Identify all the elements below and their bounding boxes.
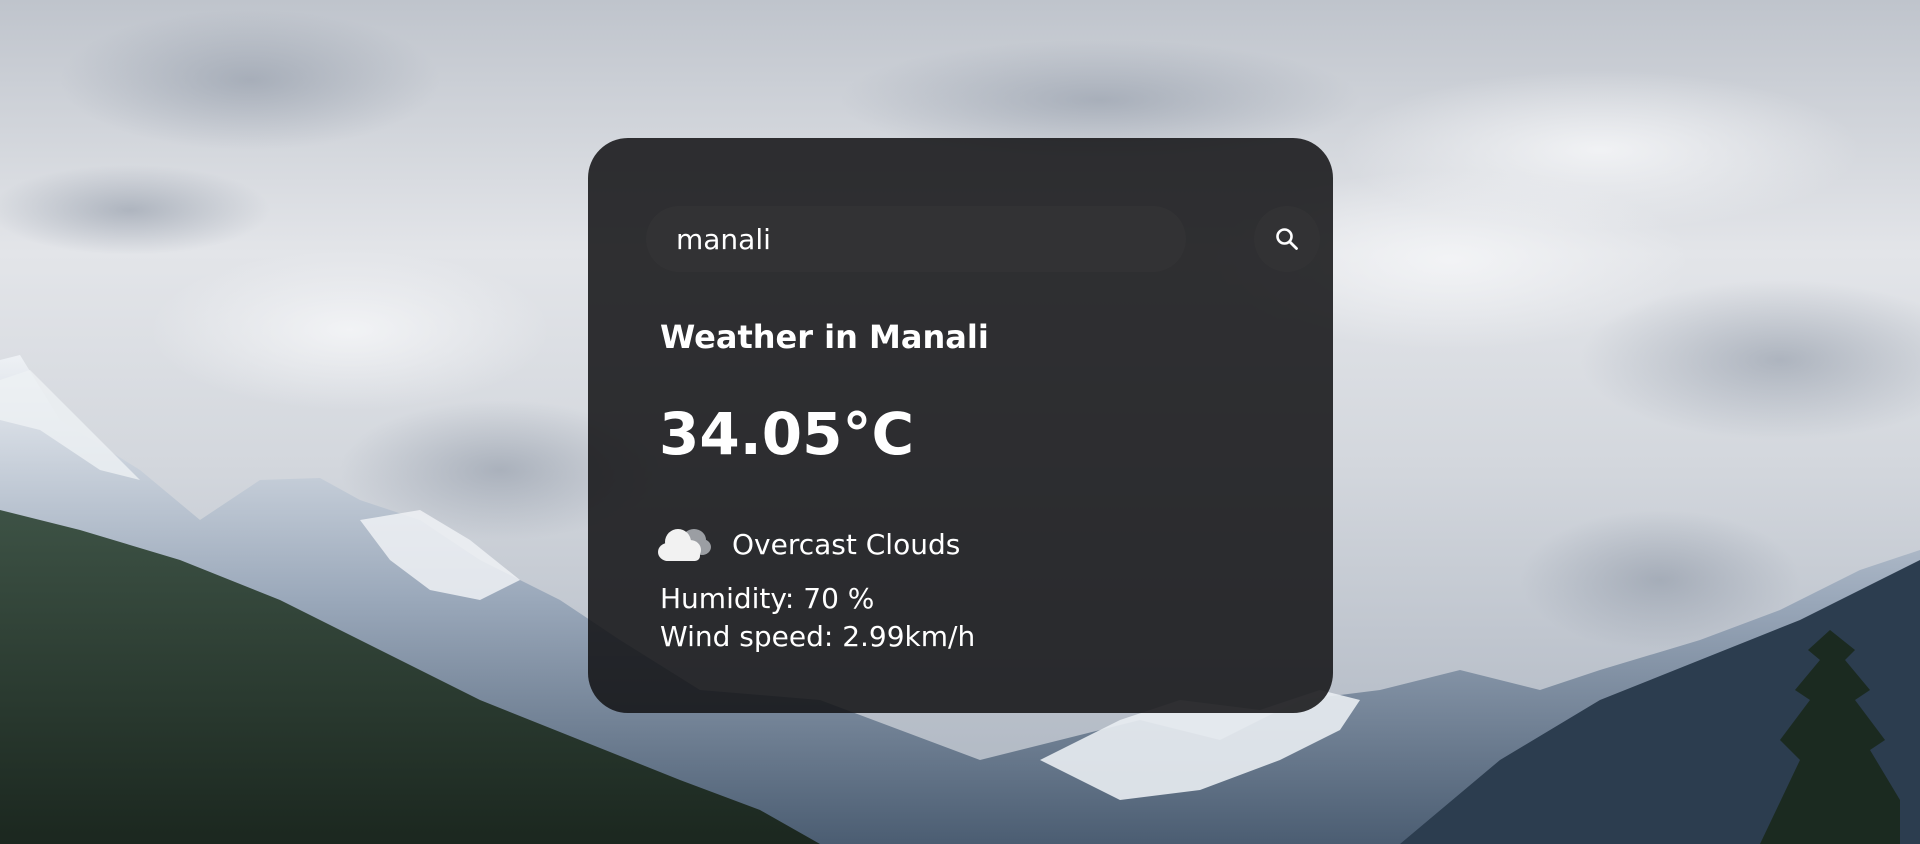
temperature: 34.05°C — [659, 400, 915, 468]
weather-description: Overcast Clouds — [656, 522, 960, 566]
search-input[interactable] — [646, 206, 1186, 272]
search-bar — [646, 206, 1320, 272]
wind-speed-text: Wind speed: 2.99km/h — [660, 620, 976, 653]
search-button[interactable] — [1254, 206, 1320, 272]
weather-app: Weather in Manali 34.05°C Overcast Cloud… — [0, 0, 1920, 844]
weather-card: Weather in Manali 34.05°C Overcast Cloud… — [588, 138, 1333, 713]
search-icon — [1276, 228, 1298, 250]
cloud-icon — [658, 529, 711, 561]
humidity-text: Humidity: 70 % — [660, 582, 875, 615]
city-title: Weather in Manali — [660, 318, 989, 356]
description-text: Overcast Clouds — [732, 527, 961, 561]
